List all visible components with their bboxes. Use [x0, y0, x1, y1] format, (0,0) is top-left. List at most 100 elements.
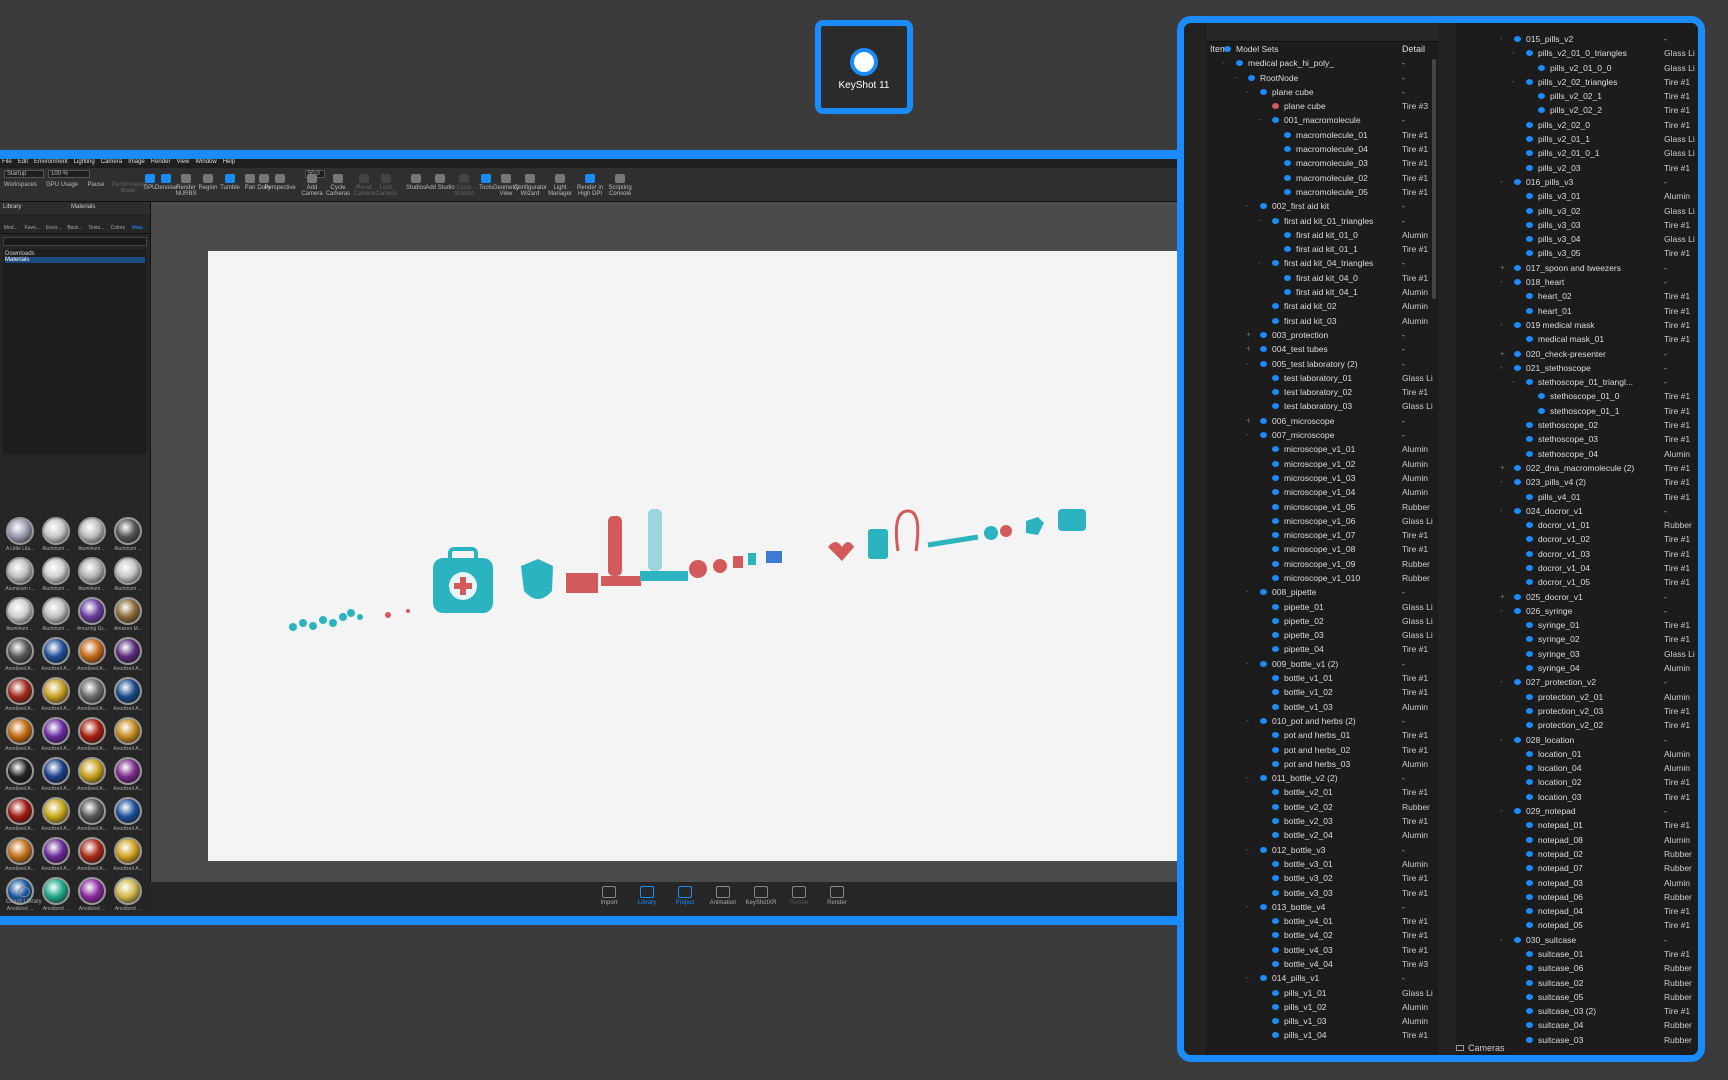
visibility-eye-icon[interactable]: [1514, 350, 1521, 357]
visibility-eye-icon[interactable]: [1284, 160, 1291, 167]
material-thumbnail[interactable]: Anodized A...: [3, 677, 37, 713]
collapse-icon[interactable]: -: [1500, 678, 1503, 686]
visibility-eye-icon[interactable]: [1526, 1008, 1533, 1015]
scene-tree-row[interactable]: pills_v2_01_0_1 Glass Li: [1456, 146, 1698, 160]
collapse-icon[interactable]: -: [1246, 659, 1249, 668]
scene-tree-row[interactable]: bottle_v3_02 Tire #1: [1206, 871, 1438, 885]
menu-window[interactable]: Window: [195, 159, 216, 165]
scene-tree-row[interactable]: - 019 medical mask Tire #1: [1456, 318, 1698, 332]
visibility-eye-icon[interactable]: [1272, 460, 1279, 467]
scene-tree-row[interactable]: - 013_bottle_v4 -: [1206, 900, 1438, 914]
scene-tree-row[interactable]: - 016_pills_v3 -: [1456, 175, 1698, 189]
visibility-eye-icon[interactable]: [1526, 536, 1533, 543]
collapse-icon[interactable]: -: [1234, 73, 1237, 82]
bottom-tab-0[interactable]: Import: [591, 886, 627, 906]
material-thumbnail[interactable]: Anodized A...: [111, 757, 145, 793]
scene-tree-row[interactable]: - medical pack_hi_poly_ -: [1206, 56, 1438, 70]
material-thumbnail[interactable]: Anodized A...: [39, 677, 73, 713]
scene-tree-row[interactable]: notepad_06 Rubber: [1456, 890, 1698, 904]
visibility-eye-icon[interactable]: [1272, 889, 1279, 896]
splitter-handle[interactable]: [1192, 423, 1196, 447]
material-thumbnail[interactable]: Aluminum ...: [75, 517, 109, 553]
scene-tree-row[interactable]: pot and herbs_03 Alumin: [1206, 757, 1438, 771]
visibility-eye-icon[interactable]: [1526, 750, 1533, 757]
menu-file[interactable]: File: [2, 159, 12, 165]
library-tab[interactable]: Textu...: [86, 214, 107, 233]
scene-tree-row[interactable]: microscope_v1_07 Tire #1: [1206, 528, 1438, 542]
visibility-eye-icon[interactable]: [1272, 260, 1279, 267]
visibility-eye-icon[interactable]: [1260, 203, 1267, 210]
visibility-eye-icon[interactable]: [1514, 808, 1521, 815]
visibility-eye-icon[interactable]: [1526, 622, 1533, 629]
collapse-icon[interactable]: -: [1500, 278, 1503, 286]
scene-tree-row[interactable]: notepad_07 Rubber: [1456, 861, 1698, 875]
zoom-select[interactable]: 100 %: [48, 170, 90, 178]
visibility-eye-icon[interactable]: [1272, 818, 1279, 825]
scene-tree-row[interactable]: macromolecule_04 Tire #1: [1206, 142, 1438, 156]
material-thumbnail[interactable]: Aluminum ...: [111, 557, 145, 593]
scene-tree-row[interactable]: pills_v3_04 Glass Li: [1456, 232, 1698, 246]
cameras-node[interactable]: Cameras: [1456, 1043, 1505, 1053]
visibility-eye-icon[interactable]: [1272, 760, 1279, 767]
visibility-eye-icon[interactable]: [1284, 131, 1291, 138]
scene-tree-row[interactable]: pills_v2_02_1 Tire #1: [1456, 89, 1698, 103]
scene-tree-row[interactable]: - 021_stethoscope -: [1456, 361, 1698, 375]
visibility-eye-icon[interactable]: [1526, 293, 1533, 300]
scene-tree-row[interactable]: location_02 Tire #1: [1456, 775, 1698, 789]
ribbon-button-2[interactable]: Pause: [80, 182, 112, 188]
visibility-eye-icon[interactable]: [1526, 193, 1533, 200]
material-thumbnail[interactable]: Amazing Gr...: [75, 597, 109, 633]
scene-tree-row[interactable]: location_01 Alumin: [1456, 747, 1698, 761]
menu-help[interactable]: Help: [223, 159, 235, 165]
scene-tree-row[interactable]: first aid kit_02 Alumin: [1206, 299, 1438, 313]
visibility-eye-icon[interactable]: [1272, 317, 1279, 324]
visibility-eye-icon[interactable]: [1272, 117, 1279, 124]
scene-tree-row[interactable]: notepad_08 Alumin: [1456, 833, 1698, 847]
material-thumbnail[interactable]: Aluminum ...: [39, 557, 73, 593]
visibility-eye-icon[interactable]: [1526, 951, 1533, 957]
visibility-eye-icon[interactable]: [1526, 207, 1533, 214]
scene-tree-row[interactable]: first aid kit_04_0 Tire #1: [1206, 271, 1438, 285]
scene-tree-row[interactable]: notepad_03 Alumin: [1456, 876, 1698, 890]
menu-camera[interactable]: Camera: [101, 159, 122, 165]
visibility-eye-icon[interactable]: [1260, 360, 1267, 367]
collapse-icon[interactable]: -: [1500, 606, 1503, 615]
scene-tree-row[interactable]: microscope_v1_010 Rubber: [1206, 571, 1438, 585]
scene-tree-row[interactable]: stethoscope_02 Tire #1: [1456, 418, 1698, 432]
scene-tree-row[interactable]: pills_v1_01 Glass Li: [1206, 986, 1438, 1000]
expand-icon[interactable]: +: [1500, 263, 1505, 272]
visibility-eye-icon[interactable]: [1526, 121, 1533, 128]
material-thumbnail[interactable]: Anodized A...: [111, 717, 145, 753]
collapse-icon[interactable]: -: [1258, 116, 1261, 124]
visibility-eye-icon[interactable]: [1526, 722, 1533, 729]
scene-tree-row[interactable]: pills_v2_01_1 Glass Li: [1456, 132, 1698, 146]
visibility-eye-icon[interactable]: [1514, 593, 1521, 600]
visibility-eye-icon[interactable]: [1272, 217, 1279, 224]
bottom-tab-3[interactable]: Animation: [705, 886, 741, 906]
visibility-eye-icon[interactable]: [1272, 632, 1279, 639]
visibility-eye-icon[interactable]: [1526, 250, 1533, 257]
scene-tree-row[interactable]: - 009_bottle_v1 (2) -: [1206, 657, 1438, 671]
visibility-eye-icon[interactable]: [1526, 579, 1533, 586]
visibility-eye-icon[interactable]: [1272, 603, 1279, 610]
scene-tree-row[interactable]: - 028_location -: [1456, 733, 1698, 747]
visibility-eye-icon[interactable]: [1272, 732, 1279, 739]
material-thumbnail[interactable]: Anodized A...: [3, 837, 37, 873]
visibility-eye-icon[interactable]: [1272, 617, 1279, 624]
scene-tree-row[interactable]: pills_v3_05 Tire #1: [1456, 246, 1698, 260]
scene-tree-row[interactable]: - 002_first aid kit -: [1206, 199, 1438, 213]
scene-tree-row[interactable]: bottle_v2_01 Tire #1: [1206, 785, 1438, 799]
visibility-eye-icon[interactable]: [1272, 703, 1279, 710]
visibility-eye-icon[interactable]: [1526, 836, 1533, 843]
visibility-eye-icon[interactable]: [1526, 236, 1533, 243]
scene-tree-row[interactable]: notepad_04 Tire #1: [1456, 904, 1698, 918]
scene-tree-row[interactable]: +017_spoon and tweezers -: [1456, 261, 1698, 275]
scene-tree-row[interactable]: +020_check-presenter -: [1456, 347, 1698, 361]
visibility-eye-icon[interactable]: [1284, 246, 1291, 253]
visibility-eye-icon[interactable]: [1526, 136, 1533, 143]
visibility-eye-icon[interactable]: [1526, 850, 1533, 857]
scene-tree-row[interactable]: bottle_v4_04 Tire #3: [1206, 957, 1438, 971]
collapse-icon[interactable]: -: [1512, 378, 1515, 386]
visibility-eye-icon[interactable]: [1260, 346, 1267, 353]
scene-tree-row[interactable]: - plane cube -: [1206, 85, 1438, 99]
